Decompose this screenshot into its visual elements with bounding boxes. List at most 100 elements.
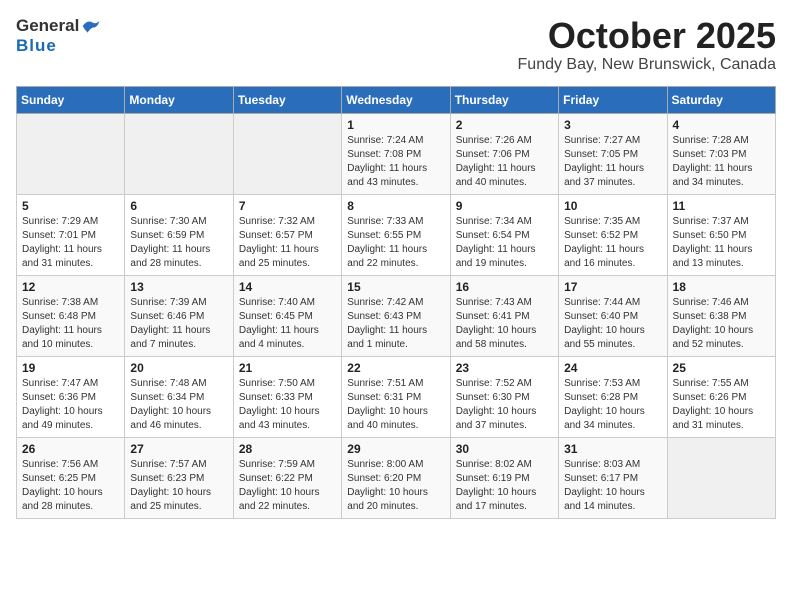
calendar-cell: 28 Sunrise: 7:59 AM Sunset: 6:22 PM Dayli… bbox=[233, 437, 341, 518]
header-friday: Friday bbox=[559, 86, 667, 113]
day-info: Sunrise: 7:26 AM Sunset: 7:06 PM Dayligh… bbox=[456, 134, 553, 190]
day-info: Sunrise: 7:33 AM Sunset: 6:55 PM Dayligh… bbox=[347, 215, 444, 271]
week-row-4: 19 Sunrise: 7:47 AM Sunset: 6:36 PM Dayli… bbox=[17, 356, 776, 437]
day-number: 3 bbox=[564, 118, 661, 132]
calendar-cell: 9 Sunrise: 7:34 AM Sunset: 6:54 PM Daylig… bbox=[450, 194, 558, 275]
day-number: 19 bbox=[22, 361, 119, 375]
calendar-cell bbox=[667, 437, 775, 518]
day-info: Sunrise: 7:35 AM Sunset: 6:52 PM Dayligh… bbox=[564, 215, 661, 271]
day-info: Sunrise: 7:52 AM Sunset: 6:30 PM Dayligh… bbox=[456, 377, 553, 433]
day-info: Sunrise: 7:53 AM Sunset: 6:28 PM Dayligh… bbox=[564, 377, 661, 433]
week-row-1: 1 Sunrise: 7:24 AM Sunset: 7:08 PM Daylig… bbox=[17, 113, 776, 194]
day-info: Sunrise: 7:28 AM Sunset: 7:03 PM Dayligh… bbox=[673, 134, 770, 190]
calendar-cell bbox=[233, 113, 341, 194]
calendar-cell: 16 Sunrise: 7:43 AM Sunset: 6:41 PM Dayli… bbox=[450, 275, 558, 356]
day-number: 7 bbox=[239, 199, 336, 213]
calendar-cell: 25 Sunrise: 7:55 AM Sunset: 6:26 PM Dayli… bbox=[667, 356, 775, 437]
day-number: 14 bbox=[239, 280, 336, 294]
day-info: Sunrise: 7:46 AM Sunset: 6:38 PM Dayligh… bbox=[673, 296, 770, 352]
day-info: Sunrise: 7:47 AM Sunset: 6:36 PM Dayligh… bbox=[22, 377, 119, 433]
header-tuesday: Tuesday bbox=[233, 86, 341, 113]
day-info: Sunrise: 7:24 AM Sunset: 7:08 PM Dayligh… bbox=[347, 134, 444, 190]
day-number: 5 bbox=[22, 199, 119, 213]
day-info: Sunrise: 7:29 AM Sunset: 7:01 PM Dayligh… bbox=[22, 215, 119, 271]
day-info: Sunrise: 7:48 AM Sunset: 6:34 PM Dayligh… bbox=[130, 377, 227, 433]
day-info: Sunrise: 7:42 AM Sunset: 6:43 PM Dayligh… bbox=[347, 296, 444, 352]
header-sunday: Sunday bbox=[17, 86, 125, 113]
day-number: 17 bbox=[564, 280, 661, 294]
day-info: Sunrise: 7:56 AM Sunset: 6:25 PM Dayligh… bbox=[22, 458, 119, 514]
calendar-cell: 10 Sunrise: 7:35 AM Sunset: 6:52 PM Dayli… bbox=[559, 194, 667, 275]
day-info: Sunrise: 7:32 AM Sunset: 6:57 PM Dayligh… bbox=[239, 215, 336, 271]
month-title: October 2025 bbox=[518, 16, 776, 56]
day-info: Sunrise: 7:27 AM Sunset: 7:05 PM Dayligh… bbox=[564, 134, 661, 190]
day-info: Sunrise: 7:39 AM Sunset: 6:46 PM Dayligh… bbox=[130, 296, 227, 352]
calendar-table: SundayMondayTuesdayWednesdayThursdayFrid… bbox=[16, 86, 776, 519]
calendar-cell: 29 Sunrise: 8:00 AM Sunset: 6:20 PM Dayli… bbox=[342, 437, 450, 518]
day-number: 25 bbox=[673, 361, 770, 375]
day-number: 6 bbox=[130, 199, 227, 213]
day-number: 12 bbox=[22, 280, 119, 294]
calendar-cell: 15 Sunrise: 7:42 AM Sunset: 6:43 PM Dayli… bbox=[342, 275, 450, 356]
day-info: Sunrise: 7:51 AM Sunset: 6:31 PM Dayligh… bbox=[347, 377, 444, 433]
day-number: 2 bbox=[456, 118, 553, 132]
calendar-cell: 20 Sunrise: 7:48 AM Sunset: 6:34 PM Dayli… bbox=[125, 356, 233, 437]
calendar-cell: 13Sunrise: 7:39 AM Sunset: 6:46 PM Dayli… bbox=[125, 275, 233, 356]
calendar-cell: 14 Sunrise: 7:40 AM Sunset: 6:45 PM Dayli… bbox=[233, 275, 341, 356]
day-number: 27 bbox=[130, 442, 227, 456]
day-info: Sunrise: 7:55 AM Sunset: 6:26 PM Dayligh… bbox=[673, 377, 770, 433]
day-info: Sunrise: 7:57 AM Sunset: 6:23 PM Dayligh… bbox=[130, 458, 227, 514]
day-number: 20 bbox=[130, 361, 227, 375]
calendar-cell: 1 Sunrise: 7:24 AM Sunset: 7:08 PM Daylig… bbox=[342, 113, 450, 194]
day-number: 10 bbox=[564, 199, 661, 213]
day-number: 1 bbox=[347, 118, 444, 132]
day-number: 8 bbox=[347, 199, 444, 213]
day-info: Sunrise: 7:59 AM Sunset: 6:22 PM Dayligh… bbox=[239, 458, 336, 514]
calendar-cell: 27 Sunrise: 7:57 AM Sunset: 6:23 PM Dayli… bbox=[125, 437, 233, 518]
calendar-cell bbox=[125, 113, 233, 194]
day-info: Sunrise: 8:00 AM Sunset: 6:20 PM Dayligh… bbox=[347, 458, 444, 514]
calendar-cell: 17Sunrise: 7:44 AM Sunset: 6:40 PM Dayli… bbox=[559, 275, 667, 356]
week-row-3: 12 Sunrise: 7:38 AM Sunset: 6:48 PM Dayli… bbox=[17, 275, 776, 356]
day-number: 18 bbox=[673, 280, 770, 294]
day-number: 29 bbox=[347, 442, 444, 456]
location-text: Fundy Bay, New Brunswick, Canada bbox=[518, 56, 776, 74]
day-info: Sunrise: 7:37 AM Sunset: 6:50 PM Dayligh… bbox=[673, 215, 770, 271]
calendar-cell: 24 Sunrise: 7:53 AM Sunset: 6:28 PM Dayli… bbox=[559, 356, 667, 437]
week-row-5: 26 Sunrise: 7:56 AM Sunset: 6:25 PM Dayli… bbox=[17, 437, 776, 518]
day-info: Sunrise: 7:40 AM Sunset: 6:45 PM Dayligh… bbox=[239, 296, 336, 352]
calendar-cell: 8 Sunrise: 7:33 AM Sunset: 6:55 PM Daylig… bbox=[342, 194, 450, 275]
day-info: Sunrise: 7:43 AM Sunset: 6:41 PM Dayligh… bbox=[456, 296, 553, 352]
day-number: 31 bbox=[564, 442, 661, 456]
calendar-cell: 23 Sunrise: 7:52 AM Sunset: 6:30 PM Dayli… bbox=[450, 356, 558, 437]
day-number: 24 bbox=[564, 361, 661, 375]
day-number: 15 bbox=[347, 280, 444, 294]
day-info: Sunrise: 7:50 AM Sunset: 6:33 PM Dayligh… bbox=[239, 377, 336, 433]
day-info: Sunrise: 7:38 AM Sunset: 6:48 PM Dayligh… bbox=[22, 296, 119, 352]
calendar-cell: 19 Sunrise: 7:47 AM Sunset: 6:36 PM Dayli… bbox=[17, 356, 125, 437]
calendar-cell: 12 Sunrise: 7:38 AM Sunset: 6:48 PM Dayli… bbox=[17, 275, 125, 356]
calendar-cell: 26 Sunrise: 7:56 AM Sunset: 6:25 PM Dayli… bbox=[17, 437, 125, 518]
calendar-cell: 31Sunrise: 8:03 AM Sunset: 6:17 PM Dayli… bbox=[559, 437, 667, 518]
week-row-2: 5 Sunrise: 7:29 AM Sunset: 7:01 PM Daylig… bbox=[17, 194, 776, 275]
calendar-cell: 6Sunrise: 7:30 AM Sunset: 6:59 PM Daylig… bbox=[125, 194, 233, 275]
calendar-cell: 30Sunrise: 8:02 AM Sunset: 6:19 PM Dayli… bbox=[450, 437, 558, 518]
day-number: 21 bbox=[239, 361, 336, 375]
day-number: 16 bbox=[456, 280, 553, 294]
day-number: 28 bbox=[239, 442, 336, 456]
page-header: General Blue October 2025 Fundy Bay, New… bbox=[16, 16, 776, 74]
day-number: 4 bbox=[673, 118, 770, 132]
logo-blue-text: Blue bbox=[16, 36, 101, 56]
logo: General Blue bbox=[16, 16, 101, 56]
day-info: Sunrise: 7:34 AM Sunset: 6:54 PM Dayligh… bbox=[456, 215, 553, 271]
day-number: 26 bbox=[22, 442, 119, 456]
day-number: 22 bbox=[347, 361, 444, 375]
day-number: 23 bbox=[456, 361, 553, 375]
header-thursday: Thursday bbox=[450, 86, 558, 113]
day-number: 9 bbox=[456, 199, 553, 213]
calendar-cell: 7 Sunrise: 7:32 AM Sunset: 6:57 PM Daylig… bbox=[233, 194, 341, 275]
calendar-cell: 11Sunrise: 7:37 AM Sunset: 6:50 PM Dayli… bbox=[667, 194, 775, 275]
day-info: Sunrise: 8:02 AM Sunset: 6:19 PM Dayligh… bbox=[456, 458, 553, 514]
logo-general-text: General bbox=[16, 16, 79, 36]
calendar-cell: 5 Sunrise: 7:29 AM Sunset: 7:01 PM Daylig… bbox=[17, 194, 125, 275]
